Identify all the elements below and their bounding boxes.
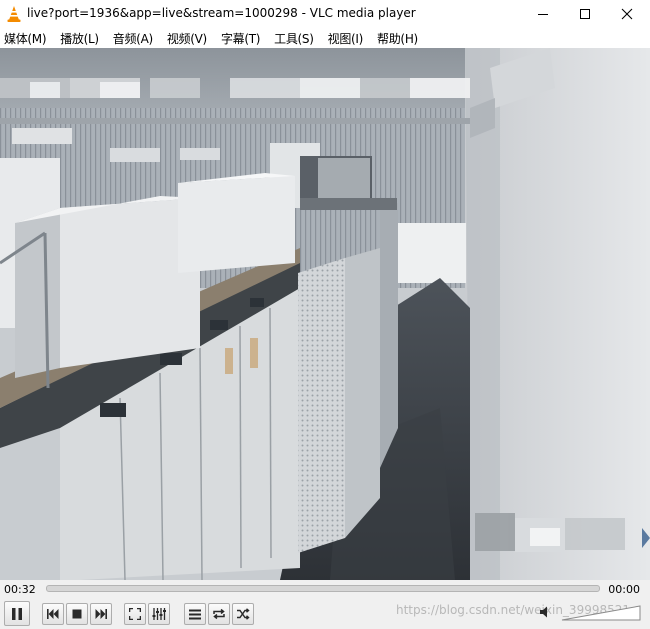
stop-icon — [72, 609, 82, 619]
seek-slider[interactable] — [46, 585, 600, 592]
vlc-cone-icon — [7, 6, 21, 22]
stop-button[interactable] — [66, 603, 88, 625]
menu-playback[interactable]: 播放(L) — [60, 30, 99, 47]
title-bar[interactable]: live?port=1936&app=live&stream=1000298 -… — [0, 0, 650, 28]
menu-media[interactable]: 媒体(M) — [4, 30, 47, 47]
fullscreen-button[interactable] — [124, 603, 146, 625]
fullscreen-icon — [129, 608, 141, 620]
pause-icon — [12, 607, 22, 620]
total-time[interactable]: 00:00 — [608, 583, 640, 596]
menu-bar: 媒体(M) 播放(L) 音频(A) 视频(V) 字幕(T) 工具(S) 视图(I… — [0, 28, 650, 48]
controls-bar: https://blog.csdn.net/weixin_39998521 — [0, 598, 650, 629]
menu-audio[interactable]: 音频(A) — [113, 30, 153, 47]
video-display[interactable] — [0, 48, 650, 580]
video-frame — [0, 48, 650, 580]
minimize-icon — [538, 14, 548, 15]
equalizer-icon — [152, 608, 166, 620]
maximize-button[interactable] — [562, 0, 608, 28]
menu-subtitle[interactable]: 字幕(T) — [221, 30, 261, 47]
seek-row: 00:32 00:00 — [0, 580, 650, 598]
maximize-icon — [580, 9, 590, 19]
minimize-button[interactable] — [520, 0, 566, 28]
skip-forward-icon — [95, 609, 107, 619]
menu-view[interactable]: 视图(I) — [328, 30, 364, 47]
vlc-window: live?port=1936&app=live&stream=1000298 -… — [0, 0, 650, 629]
extended-settings-button[interactable] — [148, 603, 170, 625]
menu-help[interactable]: 帮助(H) — [377, 30, 418, 47]
loop-button[interactable] — [208, 603, 230, 625]
playlist-icon — [189, 609, 201, 619]
close-button[interactable] — [604, 0, 650, 28]
menu-video[interactable]: 视频(V) — [167, 30, 207, 47]
previous-button[interactable] — [42, 603, 64, 625]
elapsed-time[interactable]: 00:32 — [4, 583, 36, 596]
pause-button[interactable] — [4, 601, 30, 626]
volume-slider[interactable] — [560, 604, 642, 622]
volume-icon[interactable] — [540, 606, 554, 618]
shuffle-button[interactable] — [232, 603, 254, 625]
close-icon — [621, 8, 633, 20]
shuffle-icon — [237, 608, 250, 620]
window-title: live?port=1936&app=live&stream=1000298 -… — [27, 6, 416, 20]
skip-back-icon — [47, 609, 59, 619]
menu-tools[interactable]: 工具(S) — [274, 30, 314, 47]
next-button[interactable] — [90, 603, 112, 625]
loop-icon — [213, 608, 225, 620]
playlist-button[interactable] — [184, 603, 206, 625]
